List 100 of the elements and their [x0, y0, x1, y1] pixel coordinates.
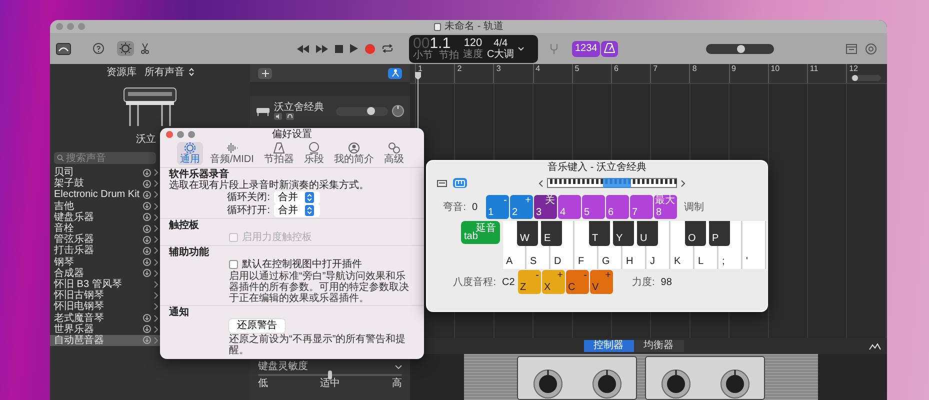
- slider-thumb[interactable]: [328, 370, 332, 380]
- help-icon[interactable]: [93, 43, 104, 54]
- popup-menu[interactable]: 合并: [274, 191, 320, 204]
- library-item[interactable]: 世界乐器: [50, 324, 160, 335]
- piano-key[interactable]: W: [517, 221, 538, 246]
- piano-key[interactable]: P: [709, 221, 730, 246]
- chevron-left-icon[interactable]: [539, 180, 543, 186]
- knob[interactable]: [660, 369, 690, 399]
- preferences-tab[interactable]: 节拍器: [260, 142, 297, 165]
- track-volume-slider[interactable]: [336, 106, 388, 116]
- sound-filter-menu[interactable]: 所有声音: [144, 66, 194, 78]
- popup-menu[interactable]: 合并: [274, 204, 320, 217]
- preferences-tab[interactable]: 我的简介: [330, 142, 377, 165]
- library-item[interactable]: 老式魔音琴: [50, 312, 160, 324]
- library-item[interactable]: 键盘乐器: [50, 212, 160, 223]
- track-header[interactable]: 沃立舍经典: [250, 96, 410, 126]
- slider-thumb[interactable]: [852, 75, 858, 81]
- zoom-button[interactable]: [188, 131, 195, 138]
- keyboard-key[interactable]: 最大 8: [654, 195, 677, 219]
- expand-icon[interactable]: [869, 342, 881, 350]
- knob[interactable]: [592, 369, 622, 399]
- scissors-icon[interactable]: [141, 43, 149, 54]
- metronome-button[interactable]: [601, 40, 618, 56]
- download-icon[interactable]: [143, 236, 151, 244]
- download-icon[interactable]: [143, 258, 151, 266]
- piano-key[interactable]: T: [589, 221, 610, 246]
- close-button[interactable]: [166, 131, 173, 138]
- track-filter-button[interactable]: [388, 68, 402, 78]
- library-icon[interactable]: [56, 42, 71, 54]
- library-item[interactable]: 怀旧古钢琴: [50, 290, 160, 302]
- cycle-icon[interactable]: [382, 44, 393, 53]
- library-item[interactable]: 自动琶音器: [50, 334, 160, 346]
- keyboard-key[interactable]: - 1: [486, 195, 509, 219]
- play-icon[interactable]: [350, 44, 358, 53]
- keyboard-key[interactable]: 7: [630, 195, 653, 219]
- piano-key[interactable]: O: [685, 221, 706, 246]
- view-toggle[interactable]: [435, 178, 449, 188]
- headphones-icon[interactable]: [286, 113, 294, 120]
- zoom-slider[interactable]: [851, 75, 881, 81]
- keyboard-key[interactable]: + X: [542, 270, 565, 294]
- library-item[interactable]: 架子鼓: [50, 178, 160, 190]
- smart-controls-button[interactable]: [117, 41, 134, 56]
- download-icon[interactable]: [143, 224, 151, 233]
- download-icon[interactable]: [143, 325, 151, 334]
- restore-alerts-button[interactable]: 还原警告: [229, 319, 285, 333]
- piano-key[interactable]: E: [541, 221, 562, 246]
- keyboard-key[interactable]: - C: [566, 270, 589, 294]
- add-track-button[interactable]: [258, 68, 272, 78]
- keyboard-key[interactable]: + 2: [510, 195, 533, 219]
- library-item[interactable]: 音栓: [50, 222, 160, 234]
- download-icon[interactable]: [143, 213, 151, 222]
- keyboard-range-drawing[interactable]: [547, 178, 677, 188]
- chevron-down-icon[interactable]: [395, 364, 402, 368]
- download-icon[interactable]: [143, 180, 151, 188]
- rewind-icon[interactable]: [297, 44, 309, 52]
- piano-key[interactable]: ': [743, 221, 766, 269]
- piano-key[interactable]: U: [637, 221, 658, 246]
- preferences-tab[interactable]: 乐段: [300, 142, 327, 165]
- notepad-icon[interactable]: [846, 44, 857, 54]
- keyboard-key[interactable]: + V: [590, 270, 613, 294]
- download-icon[interactable]: [143, 246, 151, 255]
- view-tab[interactable]: 均衡器: [634, 340, 684, 352]
- view-tab[interactable]: 控制器: [584, 340, 634, 352]
- preferences-tab[interactable]: 高级: [380, 142, 407, 165]
- loop-browser-icon[interactable]: [865, 42, 877, 54]
- library-item[interactable]: 怀旧电钢琴: [50, 301, 160, 312]
- download-icon[interactable]: [143, 168, 151, 177]
- download-icon[interactable]: [143, 202, 151, 210]
- slider-thumb[interactable]: [366, 107, 375, 115]
- library-item[interactable]: 吉他: [50, 200, 160, 212]
- keyboard-key[interactable]: 6: [606, 195, 629, 219]
- master-volume-slider[interactable]: [706, 44, 774, 54]
- library-item[interactable]: Electronic Drum Kit: [50, 189, 160, 201]
- library-item[interactable]: 管弦乐器: [50, 234, 160, 246]
- mute-icon[interactable]: [274, 113, 282, 120]
- download-icon[interactable]: [143, 190, 151, 199]
- preferences-tab[interactable]: 音频/MIDI: [207, 142, 257, 165]
- library-item[interactable]: 合成器: [50, 268, 160, 279]
- library-item[interactable]: 怀旧 B3 管风琴: [50, 278, 160, 290]
- minimize-button[interactable]: [177, 131, 184, 138]
- keyboard-key[interactable]: 4: [558, 195, 581, 219]
- download-icon[interactable]: [143, 269, 151, 278]
- keyboard-key[interactable]: 关 3: [534, 195, 557, 219]
- download-icon[interactable]: [143, 314, 151, 322]
- chevron-right-icon[interactable]: [681, 180, 685, 186]
- pan-knob-icon[interactable]: [392, 105, 404, 117]
- library-item[interactable]: 打击乐器: [50, 245, 160, 256]
- stop-icon[interactable]: [335, 44, 343, 52]
- keyboard-key[interactable]: 5: [582, 195, 605, 219]
- library-item[interactable]: 钢琴: [50, 256, 160, 268]
- piano-key[interactable]: Y: [613, 221, 634, 246]
- knob[interactable]: [532, 369, 562, 399]
- slider-thumb[interactable]: [737, 44, 746, 52]
- checkbox[interactable]: [229, 260, 238, 269]
- knob[interactable]: [720, 369, 750, 399]
- library-item[interactable]: 贝司: [50, 167, 160, 178]
- download-icon[interactable]: [143, 336, 151, 344]
- view-toggle[interactable]: [453, 178, 467, 188]
- keyboard-key[interactable]: - Z: [518, 270, 541, 294]
- chevron-down-icon[interactable]: [518, 46, 524, 50]
